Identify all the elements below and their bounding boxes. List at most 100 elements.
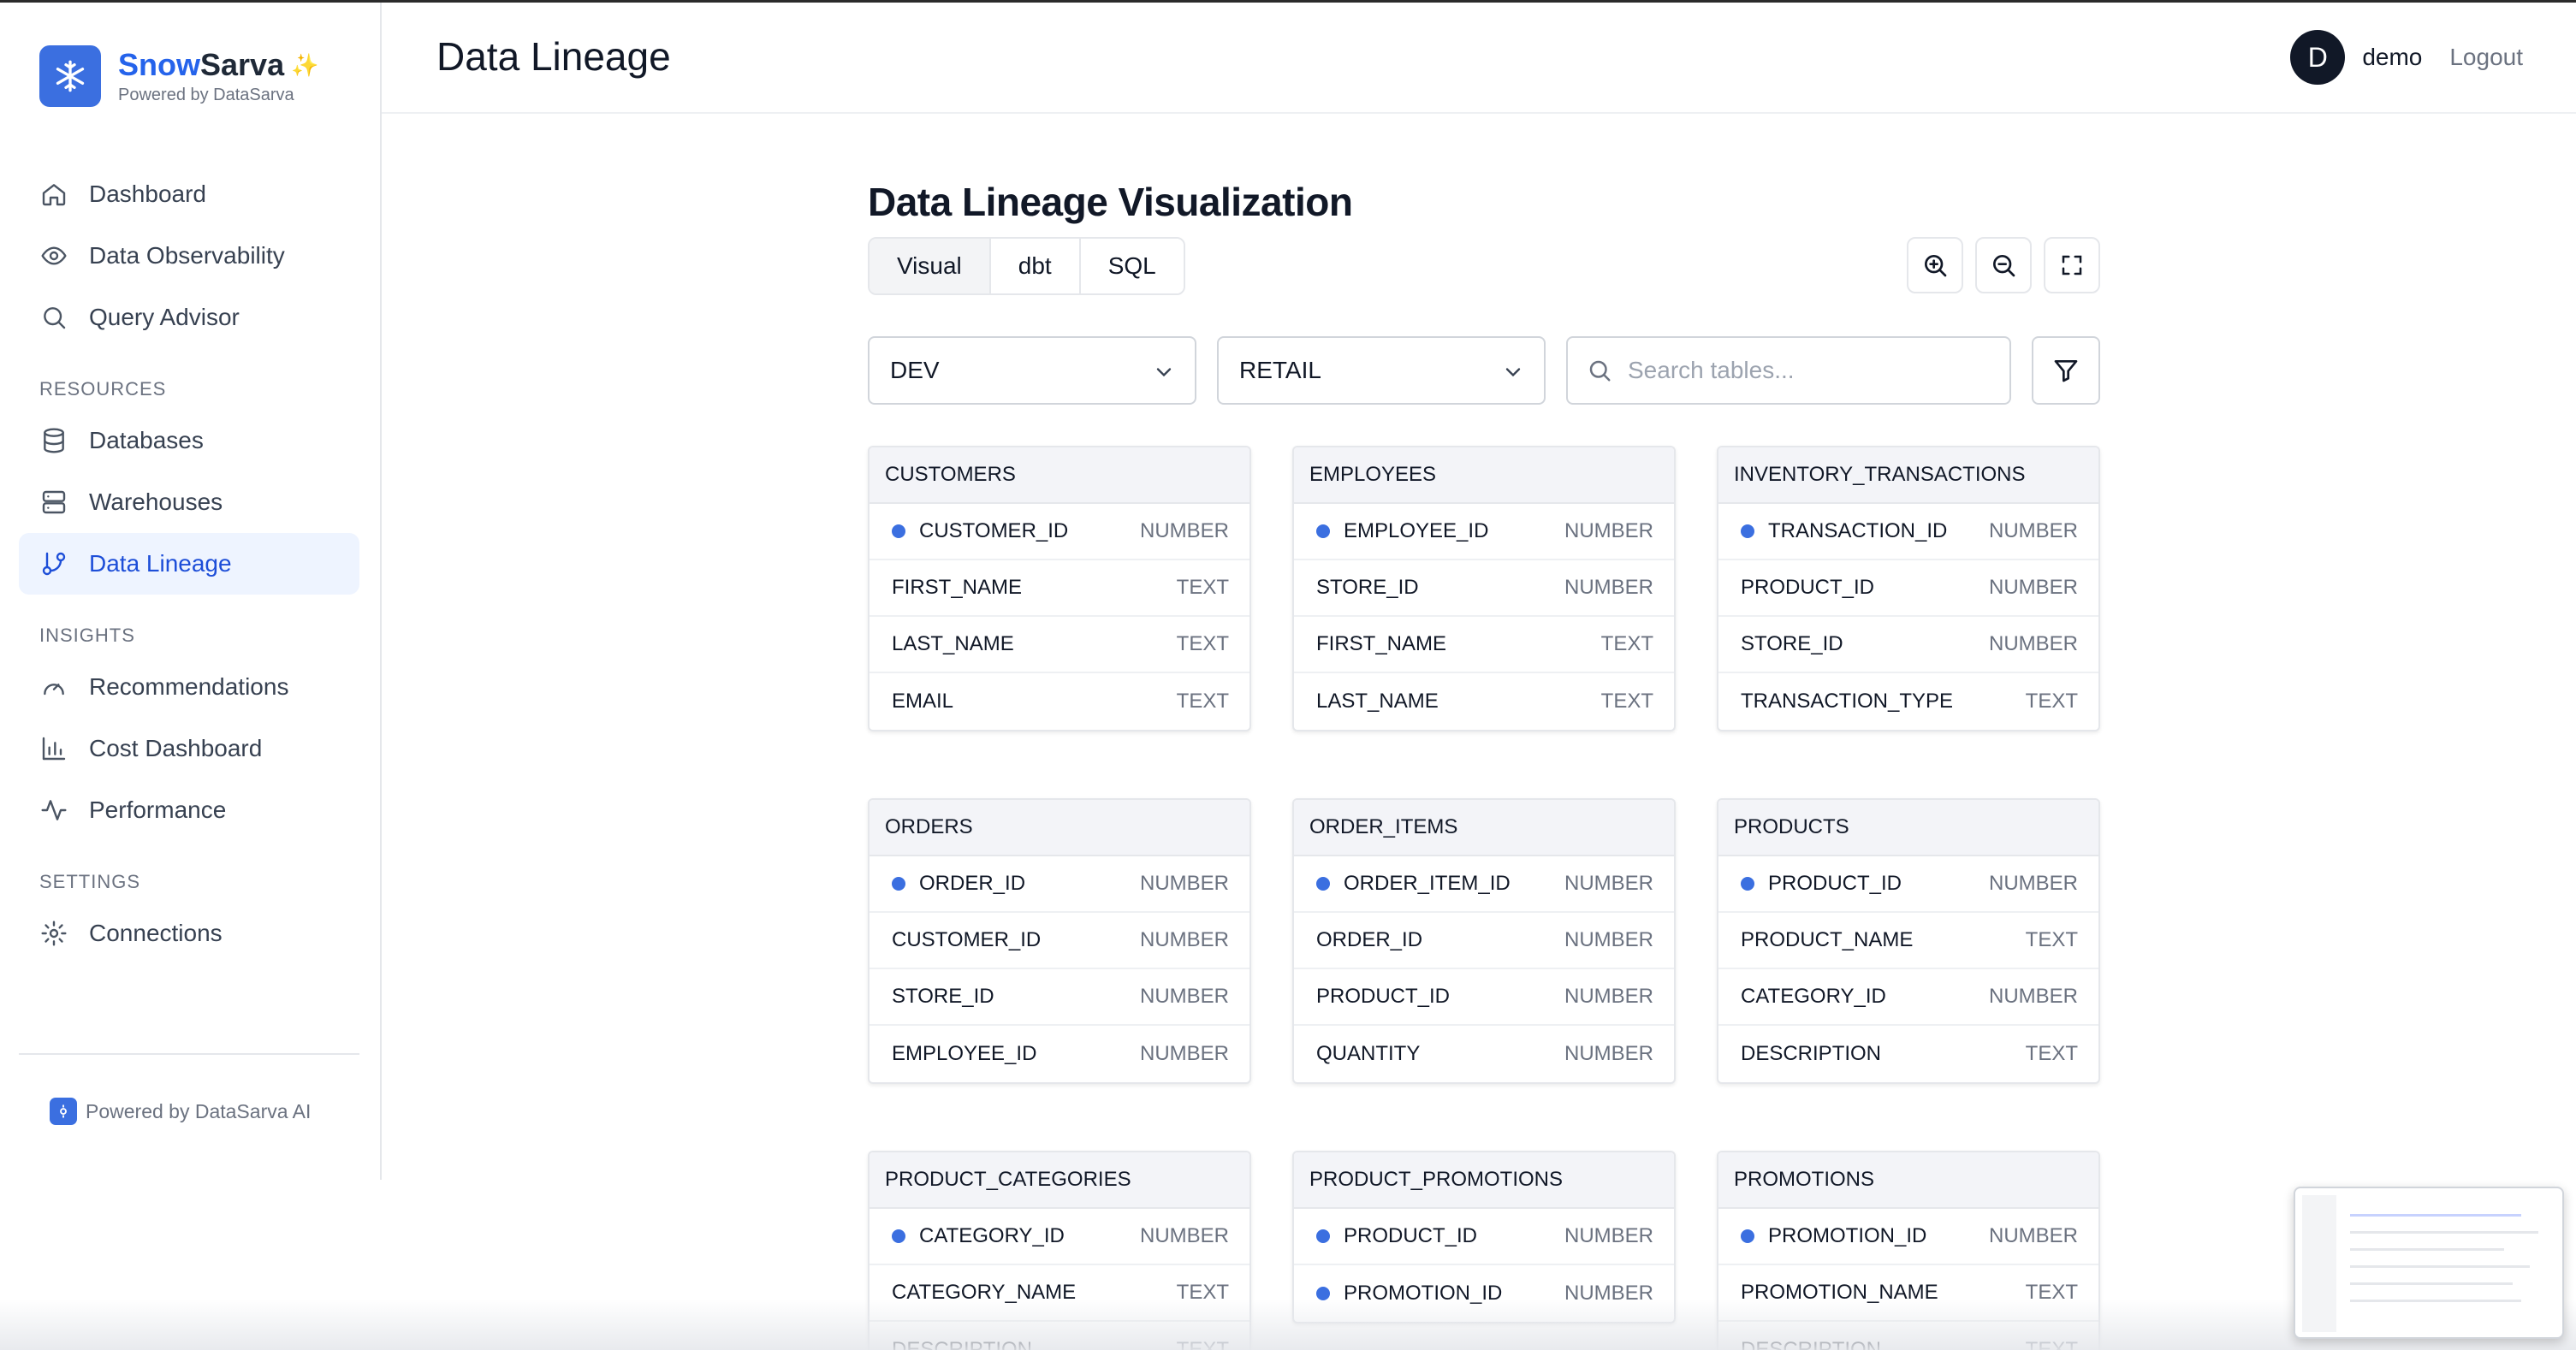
column-row[interactable]: CATEGORY_NAME TEXT	[870, 1265, 1249, 1322]
sparkle-icon: ✨	[291, 51, 319, 78]
table-card[interactable]: PRODUCTS PRODUCT_ID NUMBER PRODUCT_NAME TEXT…	[1717, 798, 2100, 1084]
thumbnail-line	[2350, 1231, 2538, 1234]
avatar[interactable]: D	[2290, 30, 2346, 85]
column-name: ORDER_ID	[919, 872, 1026, 895]
thumbnail-line	[2350, 1300, 2521, 1302]
primary-key-dot-icon	[1316, 1287, 1330, 1300]
view-tabs: Visual dbt SQL	[868, 237, 1185, 295]
zoom-in-button[interactable]	[1907, 237, 1963, 293]
primary-key-dot-icon	[1316, 877, 1330, 891]
column-name: FIRST_NAME	[892, 576, 1023, 599]
snowflake-icon	[39, 45, 101, 107]
table-card[interactable]: EMPLOYEES EMPLOYEE_ID NUMBER STORE_ID NUMBER…	[1292, 446, 1676, 731]
schema-select[interactable]: RETAIL	[1217, 336, 1546, 405]
column-row[interactable]: FIRST_NAME TEXT	[1294, 617, 1674, 673]
sidebar-item-label: Databases	[89, 427, 204, 453]
table-card[interactable]: INVENTORY_TRANSACTIONS TRANSACTION_ID NUMB…	[1717, 446, 2100, 731]
table-card[interactable]: ORDER_ITEMS ORDER_ITEM_ID NUMBER ORDER_ID NU…	[1292, 798, 1676, 1084]
column-row[interactable]: TRANSACTION_ID NUMBER	[1718, 504, 2098, 560]
column-row[interactable]: TRANSACTION_TYPE TEXT	[1718, 673, 2098, 730]
column-row[interactable]: PROMOTION_ID NUMBER	[1718, 1209, 2098, 1265]
sidebar-item-recommendations[interactable]: Recommendations	[19, 656, 359, 718]
column-row[interactable]: PRODUCT_ID NUMBER	[1718, 560, 2098, 617]
column-type: NUMBER	[1988, 985, 2078, 1008]
column-row[interactable]: PROMOTION_NAME TEXT	[1718, 1265, 2098, 1322]
table-card[interactable]: CUSTOMERS CUSTOMER_ID NUMBER FIRST_NAME TEXT…	[868, 446, 1251, 731]
tab-sql[interactable]: SQL	[1080, 239, 1184, 293]
filter-icon	[2054, 360, 2078, 382]
tab-visual[interactable]: Visual	[870, 239, 991, 293]
column-type: NUMBER	[1564, 1282, 1653, 1305]
column-row[interactable]: DESCRIPTION TEXT	[1718, 1322, 2098, 1350]
thumbnail-line	[2350, 1214, 2521, 1217]
column-row[interactable]: STORE_ID NUMBER	[1718, 617, 2098, 673]
database-select[interactable]: DEV	[868, 336, 1196, 405]
column-row[interactable]: CUSTOMER_ID NUMBER	[870, 504, 1249, 560]
column-row[interactable]: LAST_NAME TEXT	[1294, 673, 1674, 730]
column-row[interactable]: PRODUCT_ID NUMBER	[1294, 969, 1674, 1026]
sidebar-divider	[19, 1053, 359, 1055]
column-row[interactable]: ORDER_ID NUMBER	[1294, 913, 1674, 969]
column-type: NUMBER	[1139, 928, 1229, 951]
sidebar-item-data-lineage[interactable]: Data Lineage	[19, 533, 359, 595]
powered-by-text: Powered by DataSarva AI	[86, 1099, 312, 1122]
sidebar-item-dashboard[interactable]: Dashboard	[19, 163, 359, 225]
column-row[interactable]: STORE_ID NUMBER	[870, 969, 1249, 1026]
column-row[interactable]: EMPLOYEE_ID NUMBER	[1294, 504, 1674, 560]
column-row[interactable]: DESCRIPTION TEXT	[1718, 1026, 2098, 1082]
column-row[interactable]: QUANTITY NUMBER	[1294, 1026, 1674, 1082]
search-tables-input[interactable]	[1628, 357, 1919, 384]
table-card[interactable]: PRODUCT_PROMOTIONS PRODUCT_ID NUMBER PROMOT…	[1292, 1151, 1676, 1323]
column-type: NUMBER	[1988, 1224, 2078, 1247]
table-name: PRODUCT_CATEGORIES	[870, 1152, 1249, 1209]
column-row[interactable]: DESCRIPTION TEXT	[870, 1322, 1249, 1350]
fullscreen-button[interactable]	[2044, 237, 2100, 293]
sidebar-item-databases[interactable]: Databases	[19, 410, 359, 471]
column-type: TEXT	[1176, 1338, 1229, 1350]
zoom-out-button[interactable]	[1975, 237, 2032, 293]
column-row[interactable]: PRODUCT_NAME TEXT	[1718, 913, 2098, 969]
column-row[interactable]: EMPLOYEE_ID NUMBER	[870, 1026, 1249, 1082]
sidebar-item-label: Query Advisor	[89, 304, 240, 330]
table-card[interactable]: PRODUCT_CATEGORIES CATEGORY_ID NUMBER CATEG…	[868, 1151, 1251, 1350]
filter-button[interactable]	[2032, 336, 2100, 405]
sidebar-item-label: Connections	[89, 920, 223, 946]
git-branch-icon	[39, 549, 68, 578]
column-type: NUMBER	[1988, 632, 2078, 655]
column-row[interactable]: EMAIL TEXT	[870, 673, 1249, 730]
table-name: ORDERS	[870, 800, 1249, 856]
column-row[interactable]: CATEGORY_ID NUMBER	[870, 1209, 1249, 1265]
column-type: NUMBER	[1988, 576, 2078, 599]
thumbnail-line	[2350, 1282, 2513, 1285]
column-type: TEXT	[1176, 632, 1229, 655]
thumbnail-sidebar	[2302, 1195, 2336, 1332]
sidebar-item-cost-dashboard[interactable]: Cost Dashboard	[19, 718, 359, 779]
column-row[interactable]: CATEGORY_ID NUMBER	[1718, 969, 2098, 1026]
screenshot-thumbnail[interactable]	[2294, 1187, 2564, 1339]
table-card[interactable]: ORDERS ORDER_ID NUMBER CUSTOMER_ID NUMBER STO…	[868, 798, 1251, 1084]
column-name: CATEGORY_ID	[1741, 985, 1886, 1008]
column-row[interactable]: PRODUCT_ID NUMBER	[1294, 1209, 1674, 1265]
column-row[interactable]: STORE_ID NUMBER	[1294, 560, 1674, 617]
column-row[interactable]: PRODUCT_ID NUMBER	[1718, 856, 2098, 913]
brand-name-part2: Sarva	[200, 46, 285, 82]
tab-dbt[interactable]: dbt	[990, 239, 1081, 293]
sidebar-item-performance[interactable]: Performance	[19, 779, 359, 841]
column-row[interactable]: PROMOTION_ID NUMBER	[1294, 1265, 1674, 1322]
table-name: PRODUCTS	[1718, 800, 2098, 856]
column-row[interactable]: ORDER_ID NUMBER	[870, 856, 1249, 913]
column-row[interactable]: CUSTOMER_ID NUMBER	[870, 913, 1249, 969]
column-row[interactable]: ORDER_ITEM_ID NUMBER	[1294, 856, 1674, 913]
logout-button[interactable]: Logout	[2449, 44, 2523, 71]
sidebar-item-data-observability[interactable]: Data Observability	[19, 225, 359, 287]
table-card[interactable]: PROMOTIONS PROMOTION_ID NUMBER PROMOTION_NA…	[1717, 1151, 2100, 1350]
sidebar-item-warehouses[interactable]: Warehouses	[19, 471, 359, 533]
brand[interactable]: Snow Sarva ✨ Powered by DataSarva	[39, 45, 318, 107]
sidebar-item-connections[interactable]: Connections	[19, 903, 359, 964]
column-row[interactable]: FIRST_NAME TEXT	[870, 560, 1249, 617]
user-area: D demo Logout	[2290, 30, 2523, 85]
column-row[interactable]: LAST_NAME TEXT	[870, 617, 1249, 673]
sidebar-item-query-advisor[interactable]: Query Advisor	[19, 287, 359, 348]
